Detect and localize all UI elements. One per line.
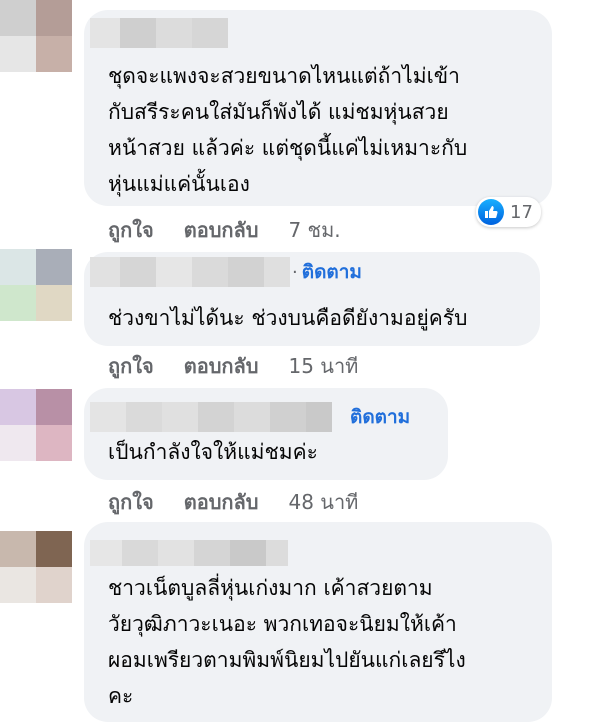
comment-text-line: ชาวเน็ตบูลลี่หุ่นเก่งมาก เค้าสวยตาม — [108, 576, 433, 600]
comment-text-line: คะ — [108, 684, 134, 708]
reply-button[interactable]: ตอบกลับ — [184, 486, 259, 518]
comment-text-line: ช่วงขาไม่ได้นะ ช่วงบนคือดียังามอยู่ครับ — [108, 306, 468, 330]
comment-text-line: วัยวุฒิภาวะเนอะ พวกเทอจะนิยมให้เค้า — [108, 612, 457, 636]
comment-text-line: กับสรีระคนใส่มันก็พังได้ แม่ชมหุ่นสวย — [108, 100, 449, 124]
comment-actions: ถูกใจ ตอบกลับ 15 นาที — [108, 350, 358, 382]
like-button[interactable]: ถูกใจ — [108, 214, 154, 246]
comment-text-line: ผอมเพรียวตามพิมพ์นิยมไปยันแก่เลยรึไง — [108, 648, 466, 672]
separator-dot: · — [292, 261, 298, 283]
comment-bubble: ชาวเน็ตบูลลี่หุ่นเก่งมาก เค้าสวยตาม วัยว… — [84, 522, 552, 722]
avatar[interactable] — [0, 389, 72, 461]
reaction-count-label: 17 — [510, 201, 533, 223]
comment-bubble: ชุดจะแพงจะสวยขนาดไหนแต่ถ้าไม่เข้า กับสรี… — [84, 10, 552, 206]
thumbs-up-icon — [478, 199, 504, 225]
commenter-name-blurred[interactable] — [90, 402, 332, 432]
follow-button[interactable]: ติดตาม — [302, 257, 362, 287]
comment-text-line: หุ่นแม่แค่นั้นเอง — [108, 172, 250, 196]
follow-button[interactable]: ติดตาม — [350, 402, 410, 432]
like-button[interactable]: ถูกใจ — [108, 486, 154, 518]
reply-button[interactable]: ตอบกลับ — [184, 350, 259, 382]
comment-bubble: ติดตาม เป็นกำลังใจให้แม่ชมค่ะ — [84, 388, 448, 480]
comment-actions: ถูกใจ ตอบกลับ 7 ชม. — [108, 214, 341, 246]
comment-text-line: เป็นกำลังใจให้แม่ชมค่ะ — [108, 440, 318, 464]
avatar[interactable] — [0, 531, 72, 603]
comment-timestamp[interactable]: 48 นาที — [288, 486, 358, 518]
comment-text-line: หน้าสวย แล้วค่ะ แต่ชุดนี้แค่ไม่เหมาะกับ — [108, 136, 468, 160]
reaction-count[interactable]: 17 — [476, 197, 541, 227]
comment-bubble: · ติดตาม ช่วงขาไม่ได้นะ ช่วงบนคือดียังาม… — [84, 252, 540, 346]
avatar[interactable] — [0, 0, 72, 72]
commenter-name-blurred[interactable] — [90, 18, 228, 48]
reply-button[interactable]: ตอบกลับ — [184, 214, 259, 246]
comment-timestamp[interactable]: 15 นาที — [288, 350, 358, 382]
commenter-name-blurred[interactable] — [90, 540, 288, 566]
avatar[interactable] — [0, 249, 72, 321]
comment-actions: ถูกใจ ตอบกลับ 48 นาที — [108, 486, 358, 518]
comment-text-line: ชุดจะแพงจะสวยขนาดไหนแต่ถ้าไม่เข้า — [108, 64, 460, 88]
like-button[interactable]: ถูกใจ — [108, 350, 154, 382]
commenter-name-blurred[interactable] — [90, 257, 290, 287]
comment-timestamp[interactable]: 7 ชม. — [288, 214, 340, 246]
